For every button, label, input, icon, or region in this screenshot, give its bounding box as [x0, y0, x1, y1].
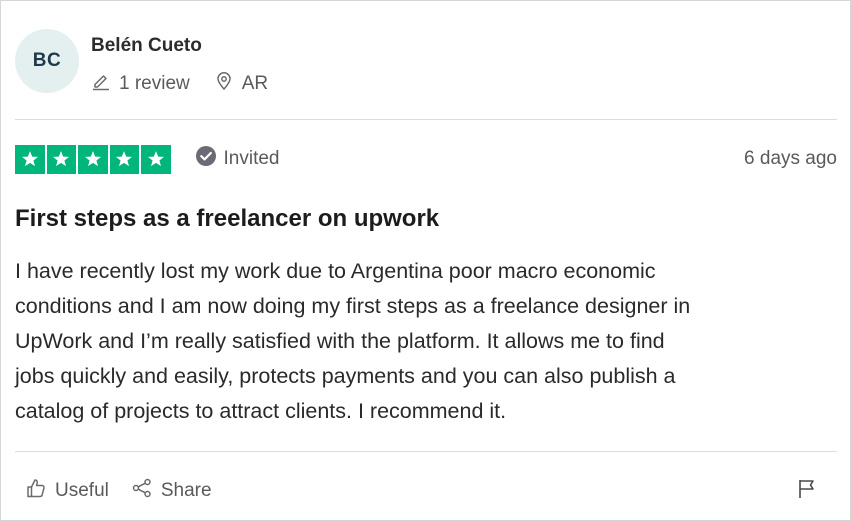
avatar[interactable]: BC: [15, 29, 79, 93]
share-label: Share: [160, 480, 212, 501]
review-body-line: conditions and I am now doing my first s…: [15, 294, 691, 318]
verification-badge[interactable]: Invited: [195, 145, 280, 173]
flag-icon: [797, 478, 817, 505]
useful-label: Useful: [55, 480, 109, 501]
useful-button[interactable]: Useful: [25, 477, 109, 505]
review-actions: Useful Share: [25, 475, 817, 507]
star-icon: [141, 144, 171, 174]
review-count: 1 review: [91, 71, 190, 97]
review-date: 6 days ago: [744, 148, 837, 169]
consumer-info: BC Belén Cueto 1 review AR: [15, 29, 268, 97]
country-code: AR: [241, 73, 269, 94]
check-badge-icon: [195, 145, 224, 173]
rating-row: Invited 6 days ago: [15, 143, 837, 175]
star-icon: [46, 144, 76, 174]
review-title[interactable]: First steps as a freelancer on upwork: [15, 205, 439, 233]
review-body-line: jobs quickly and easily, protects paymen…: [15, 364, 676, 388]
share-icon: [131, 477, 161, 505]
consumer-details: Belén Cueto 1 review AR: [91, 29, 268, 97]
report-button[interactable]: [797, 478, 817, 505]
thumbs-up-icon: [25, 477, 55, 505]
header-divider: [15, 119, 837, 120]
star-icon: [15, 144, 45, 174]
review-body-line: catalog of projects to attract clients. …: [15, 399, 507, 423]
pencil-icon: [91, 71, 119, 97]
review-card: BC Belén Cueto 1 review AR Invited 6 day…: [0, 0, 851, 521]
footer-divider: [15, 451, 837, 452]
review-count-label: 1 review: [119, 73, 190, 94]
review-body-line: UpWork and I’m really satisfied with the…: [15, 329, 665, 353]
location-pin-icon: [214, 71, 242, 97]
star-rating: [15, 144, 171, 174]
consumer-location: AR: [214, 71, 268, 97]
star-icon: [109, 144, 139, 174]
star-icon: [78, 144, 108, 174]
share-button[interactable]: Share: [131, 477, 212, 505]
review-body: I have recently lost my work due to Arge…: [15, 254, 835, 429]
consumer-meta: 1 review AR: [91, 71, 268, 97]
verification-label: Invited: [223, 148, 280, 169]
review-body-line: I have recently lost my work due to Arge…: [15, 259, 656, 283]
consumer-name[interactable]: Belén Cueto: [91, 35, 268, 57]
